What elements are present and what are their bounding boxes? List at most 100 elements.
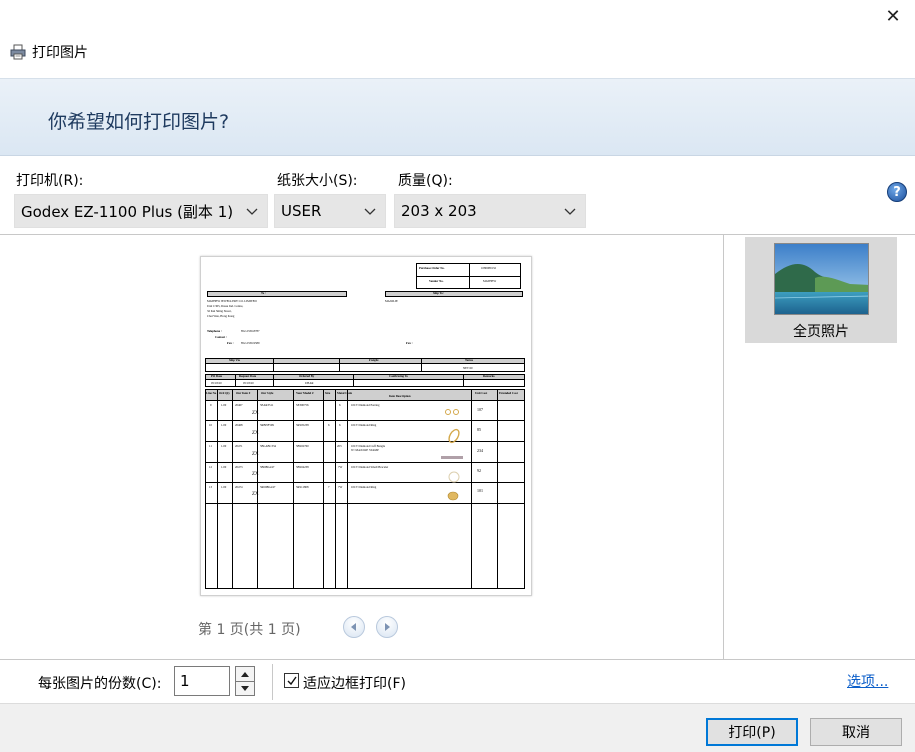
column-header: Item Description [389, 394, 411, 398]
cell-cost: 234 [477, 448, 483, 453]
po-value: 1080089132 [481, 266, 496, 270]
printer-icon [10, 44, 26, 60]
layout-label: 全页照片 [793, 324, 849, 340]
column-header: Size [325, 391, 331, 395]
ordered-by-value: UHAR [305, 381, 314, 385]
window-title: 打印图片 [10, 42, 88, 62]
to-header: To : [261, 291, 266, 295]
fax-label: Fax : [227, 341, 234, 345]
cell-line: 11 [209, 444, 212, 448]
landscape-thumbnail-icon [774, 243, 869, 315]
page-preview: Purchase Order No. 1080089132 Vendor No.… [200, 256, 532, 596]
cell-model: 5RS05238 [296, 423, 309, 427]
contact-label: Contact : [215, 335, 227, 339]
cell-cost: 85 [477, 427, 481, 432]
cell-cost: 107 [477, 407, 483, 412]
column-header: Our Item # [236, 391, 251, 395]
telephone-label: Telephone : [207, 329, 222, 333]
cell-model: 5BS04238 [296, 465, 309, 469]
cell-our-style: 5BLABC334 [260, 444, 277, 448]
paper-size-label: 纸张大小(S): [277, 173, 358, 189]
cell-style: ZX [252, 492, 259, 497]
vendor-value: MATHEW [483, 279, 497, 283]
chevron-down-icon [246, 208, 258, 215]
fax-value: 852-2330-9589 [241, 341, 260, 345]
print-button[interactable]: 打印(P) [706, 718, 798, 746]
to-line: MATHEW JEWELLERY CO. LIMITED [207, 299, 257, 303]
next-page-button[interactable] [376, 616, 398, 638]
column-header: Metal Code [337, 391, 352, 395]
cancel-button[interactable]: 取消 [810, 718, 902, 746]
request-date-header: Request Date [239, 374, 257, 378]
ship-via-header: Ship Via [229, 358, 240, 362]
cell-model: 5RS11808 [296, 485, 309, 489]
chevron-down-icon [364, 208, 376, 215]
cell-metal: 7W [338, 485, 343, 489]
vendor-label: Vendor No. [429, 279, 444, 283]
copies-stepper[interactable] [235, 666, 255, 696]
po-label: Purchase Order No. [419, 266, 445, 270]
copies-input[interactable] [174, 666, 230, 696]
page-info: 第 1 页(共 1 页) [198, 622, 301, 638]
fit-to-frame-label[interactable]: 适应边框打印(F) [303, 673, 406, 693]
fax-label-right: Fax : [406, 341, 413, 345]
options-link[interactable]: 选项... [847, 671, 888, 691]
telephone-value: 852-2330-8787 [241, 329, 260, 333]
quality-dropdown[interactable]: 203 x 203 [394, 194, 586, 228]
previous-page-button[interactable] [343, 616, 365, 638]
cell-size: 7 [328, 485, 330, 489]
po-date-value: 05/18/20 [211, 381, 222, 385]
cell-item: 20474 [235, 485, 243, 489]
cell-item: 20471 [235, 444, 243, 448]
cell-cost: 101 [477, 488, 483, 493]
cell-desc: 10CT Diamond Small Bracelet [351, 465, 389, 469]
to-line: Chai Wan, Hong Kong [207, 314, 235, 318]
cell-style: ZX [252, 411, 259, 416]
ordered-by-header: Ordered By [299, 374, 315, 378]
increment-button[interactable] [236, 667, 254, 681]
printer-dropdown[interactable]: Godex EZ-1100 Plus (副本 1) [14, 194, 268, 228]
cell-style: ZX [252, 431, 259, 436]
to-line: 32 Kui Shing Street, [207, 309, 232, 313]
cell-cost: 92 [477, 468, 481, 473]
layout-panel: 全页照片 [725, 235, 915, 659]
help-icon[interactable]: ? [887, 182, 907, 202]
chevron-down-icon [241, 685, 249, 691]
column-header: Ord Qty [219, 391, 230, 395]
paper-size-dropdown[interactable]: USER [274, 194, 386, 228]
cell-metal: 6 [339, 403, 341, 407]
terms-value: NET 60 [463, 366, 473, 370]
print-options: 打印机(R): Godex EZ-1100 Plus (副本 1) 纸张大小(S… [0, 156, 915, 235]
quality-value: 203 x 203 [401, 202, 477, 220]
layout-full-page-photo[interactable]: 全页照片 [745, 237, 897, 343]
cell-model: 5BS02760 [296, 444, 309, 448]
window-title-text: 打印图片 [32, 45, 88, 61]
cell-line: 10 [209, 423, 212, 427]
remarks-header: Remarks [483, 374, 495, 378]
cell-line: 9 [210, 403, 212, 407]
cell-desc: 10CT Diamond Earring [351, 403, 380, 407]
cell-item: 20473 [235, 465, 243, 469]
chevron-down-icon [564, 208, 576, 215]
column-header: Line No [206, 391, 217, 395]
copies-label: 每张图片的份数(C): [38, 676, 162, 692]
decrement-button[interactable] [236, 681, 254, 695]
cell-metal: 6 [339, 423, 341, 427]
column-header: Unit Cost [475, 391, 488, 395]
divider [272, 664, 273, 700]
copies-bar: 每张图片的份数(C): 适应边框打印(F) 选项... [0, 659, 915, 703]
po-date-header: PO Date [211, 374, 222, 378]
fit-to-frame-checkbox[interactable] [284, 673, 299, 688]
chevron-up-icon [241, 672, 249, 677]
freight-header: Freight [369, 358, 379, 362]
header-band: 你希望如何打印图片? [0, 78, 915, 156]
cell-qty: 1.00 [221, 444, 227, 448]
close-icon: ✕ [885, 5, 901, 27]
close-button[interactable]: ✕ [879, 2, 907, 30]
terms-header: Terms [465, 358, 474, 362]
arrow-left-icon [351, 623, 356, 631]
paper-size-value: USER [281, 202, 322, 220]
cell-desc-2: W/ MAJOLIE STAMP [351, 448, 379, 452]
product-thumbnails [441, 409, 463, 501]
ship-to-header: Ship To: [433, 291, 444, 295]
